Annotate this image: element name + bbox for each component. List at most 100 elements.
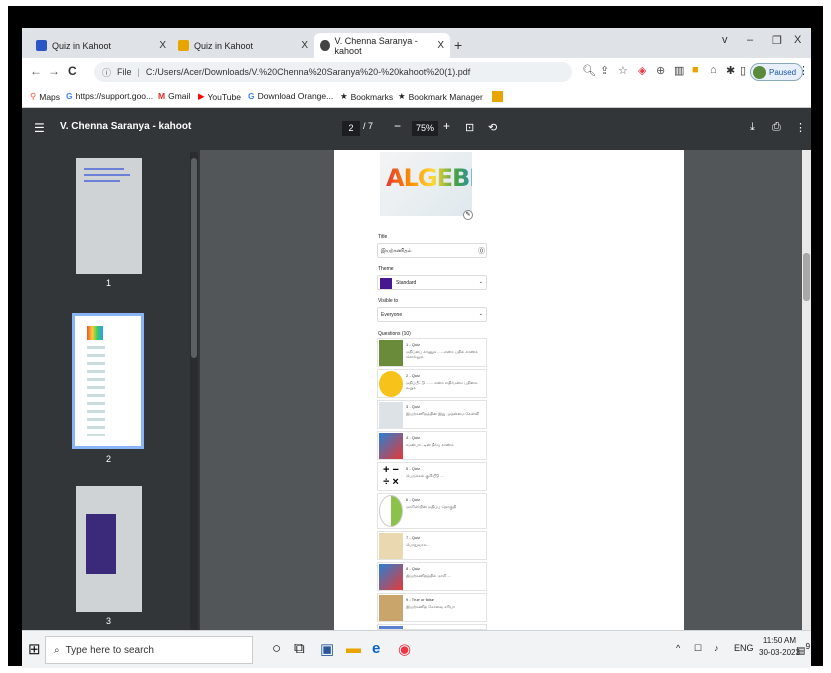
volume-icon[interactable]: ♪ (714, 643, 719, 653)
file-explorer-icon[interactable]: ▬ (346, 640, 361, 657)
bookmark-label: https://support.goo... (75, 91, 154, 101)
address-bar-row: ← → C ⓘ File | C:/Users/Acer/Downloads/V… (22, 58, 811, 86)
search-placeholder: Type here to search (65, 644, 154, 656)
fit-page-icon[interactable]: ⊡ (465, 121, 474, 134)
question-card-4[interactable]: 4 - Quiz சமன்பாட்டின் தீர்வு காண்க (377, 431, 487, 460)
bookmark-youtube[interactable]: ▶ YouTube (198, 91, 241, 102)
question-card-1[interactable]: 1 - Quiz மதிப்பை காணுக ......என்ற பதில் க… (377, 338, 487, 367)
forward-icon[interactable]: → (48, 64, 60, 78)
theme-label: Theme (378, 266, 394, 272)
theme-value: Standard (396, 280, 417, 286)
close-tab-icon[interactable]: X (159, 40, 166, 51)
extension-icon[interactable]: ■ (692, 64, 699, 76)
bookmark-label: Bookmark Manager (408, 91, 483, 102)
extension-icon[interactable]: ◈ (638, 64, 646, 77)
chrome-icon[interactable]: ◉ (398, 640, 411, 658)
menu-icon[interactable]: ⋮ (798, 64, 809, 77)
extension-icon[interactable]: ▥ (674, 64, 684, 77)
star-icon[interactable]: ☆ (618, 64, 628, 77)
question-text: இயற்கணிதத்தின் இது முதன்மை கேள்வி (406, 411, 480, 416)
question-type: 4 - Quiz (406, 435, 421, 440)
close-window-button[interactable]: X (794, 34, 801, 46)
edit-icon[interactable]: ✎ (463, 210, 473, 220)
puzzle-icon[interactable]: ✱ (726, 64, 735, 77)
minimize-button[interactable]: – (747, 34, 753, 46)
tray-chevron-icon[interactable]: ^ (676, 643, 680, 653)
profile-button[interactable]: Paused (750, 63, 804, 81)
sidebar-scroll-thumb[interactable] (191, 158, 197, 358)
kahoot-icon (36, 40, 47, 51)
globe-icon (320, 40, 330, 51)
chevron-down-icon: ⌄ (478, 279, 483, 285)
google-icon: G (66, 91, 73, 101)
bookmark-manager[interactable]: ★ Bookmark Manager (398, 91, 483, 102)
question-text: பொதுவாக... (406, 542, 430, 547)
reload-icon[interactable]: C (68, 64, 77, 78)
close-tab-icon[interactable]: X (301, 40, 308, 51)
task-view-icon[interactable]: ⧉ (294, 640, 305, 657)
bookmark-bookmarks[interactable]: ★ Bookmarks (340, 91, 393, 102)
page-number-input[interactable]: 2 (342, 121, 360, 136)
language-indicator[interactable]: ENG (734, 643, 754, 653)
question-type: 7 - Quiz (406, 535, 421, 540)
cover-image: ALGEBRA (380, 152, 472, 216)
word-icon[interactable]: ▣ (320, 640, 334, 658)
star-icon: ★ (340, 91, 348, 101)
tab-quiz-1[interactable]: Quiz in Kahoot X (30, 33, 172, 58)
question-type: 3 - Quiz (406, 404, 421, 409)
cortana-icon[interactable]: ○ (272, 640, 281, 657)
tab-pdf[interactable]: V. Chenna Saranya - kahoot X (314, 33, 450, 58)
question-card-9[interactable]: 9 - True or false இயற்கணித கோவை சரியா (377, 593, 487, 622)
close-tab-icon[interactable]: X (437, 40, 444, 51)
question-card-3[interactable]: 3 - Quiz இயற்கணிதத்தின் இது முதன்மை கேள்வ… (377, 400, 487, 429)
main-scroll-thumb[interactable] (803, 253, 810, 301)
sidebar-toggle-icon[interactable]: ☰ (34, 121, 45, 135)
clock[interactable]: 11:50 AM 30-03-2023 (759, 635, 800, 659)
question-card-8[interactable]: 8 - Quiz இயற்கணிதத்தில் மாறி ... (377, 562, 487, 591)
url-field[interactable]: ⓘ File | C:/Users/Acer/Downloads/V.%20Ch… (94, 62, 572, 82)
zoom-input[interactable]: 75% (412, 121, 438, 136)
extension-icon[interactable]: ⌂ (710, 64, 717, 76)
visible-label: Visible to (378, 298, 399, 304)
bookmark-support[interactable]: Ghttps://support.goo... (66, 91, 153, 101)
pdf-toolbar: ☰ V. Chenna Saranya - kahoot 2 / 7 − 75%… (22, 108, 811, 150)
zoom-icon[interactable]: 🔍︎ (582, 64, 596, 77)
print-icon[interactable]: ⎙ (772, 121, 781, 134)
bookmark-maps[interactable]: ⚲ Maps (30, 91, 60, 102)
taskbar-search[interactable]: ⌕ Type here to search (45, 636, 253, 664)
tab-search-chevron-icon[interactable]: v (722, 34, 728, 46)
download-icon[interactable]: ⤓ (750, 121, 755, 134)
sidepanel-icon[interactable]: ▯ (740, 64, 746, 77)
tab-label: Quiz in Kahoot (194, 40, 254, 51)
network-icon[interactable]: ☐ (694, 643, 702, 654)
share-icon[interactable]: ⇪ (600, 64, 609, 77)
thumbnail-page-1[interactable] (76, 158, 142, 274)
tab-label: V. Chenna Saranya - kahoot (334, 35, 418, 56)
bookmark-gmail[interactable]: M Gmail (158, 91, 190, 101)
question-card-6[interactable]: 6 - Quiz மாறிலியின் மதிப்பு தொகுதி (377, 493, 487, 529)
bookmark-orange[interactable]: G Download Orange... (248, 91, 333, 101)
title-field[interactable]: இயற்கணிதம் (377, 243, 487, 258)
map-pin-icon: ⚲ (30, 91, 37, 101)
windows-start-icon[interactable]: ⊞ (28, 640, 41, 658)
thumbnail-page-3[interactable] (76, 486, 142, 612)
more-options-icon[interactable]: ⋮ (795, 121, 806, 134)
thumbnail-page-2[interactable] (72, 313, 144, 449)
restore-button[interactable]: ❐ (772, 34, 782, 47)
tab-quiz-2[interactable]: Quiz in Kahoot X (172, 33, 314, 58)
zoom-in-button[interactable]: + (443, 119, 450, 133)
new-tab-button[interactable]: + (454, 37, 462, 53)
visibility-select[interactable]: Everyone ⌄ (377, 307, 487, 322)
question-card-7[interactable]: 7 - Quiz பொதுவாக... (377, 531, 487, 560)
rotate-icon[interactable]: ⟲ (488, 121, 497, 134)
question-card-2[interactable]: 2 - Quiz மதிப்பீட்டு ...... என்ற எதிர்மறை… (377, 369, 487, 398)
edge-icon[interactable]: e (372, 640, 380, 657)
question-card-5[interactable]: + − ÷ × 5 - Quiz பெருக்கல் குறியீடு ... (377, 462, 487, 491)
back-icon[interactable]: ← (30, 64, 42, 78)
extension-icon[interactable]: ⊕ (656, 64, 665, 77)
bookmark-app[interactable] (492, 91, 503, 102)
zoom-out-button[interactable]: − (394, 119, 401, 133)
main-scrollbar[interactable] (802, 150, 811, 630)
theme-select[interactable]: Standard ⌄ (377, 275, 487, 290)
notification-icon[interactable]: ▤9 (796, 641, 810, 656)
